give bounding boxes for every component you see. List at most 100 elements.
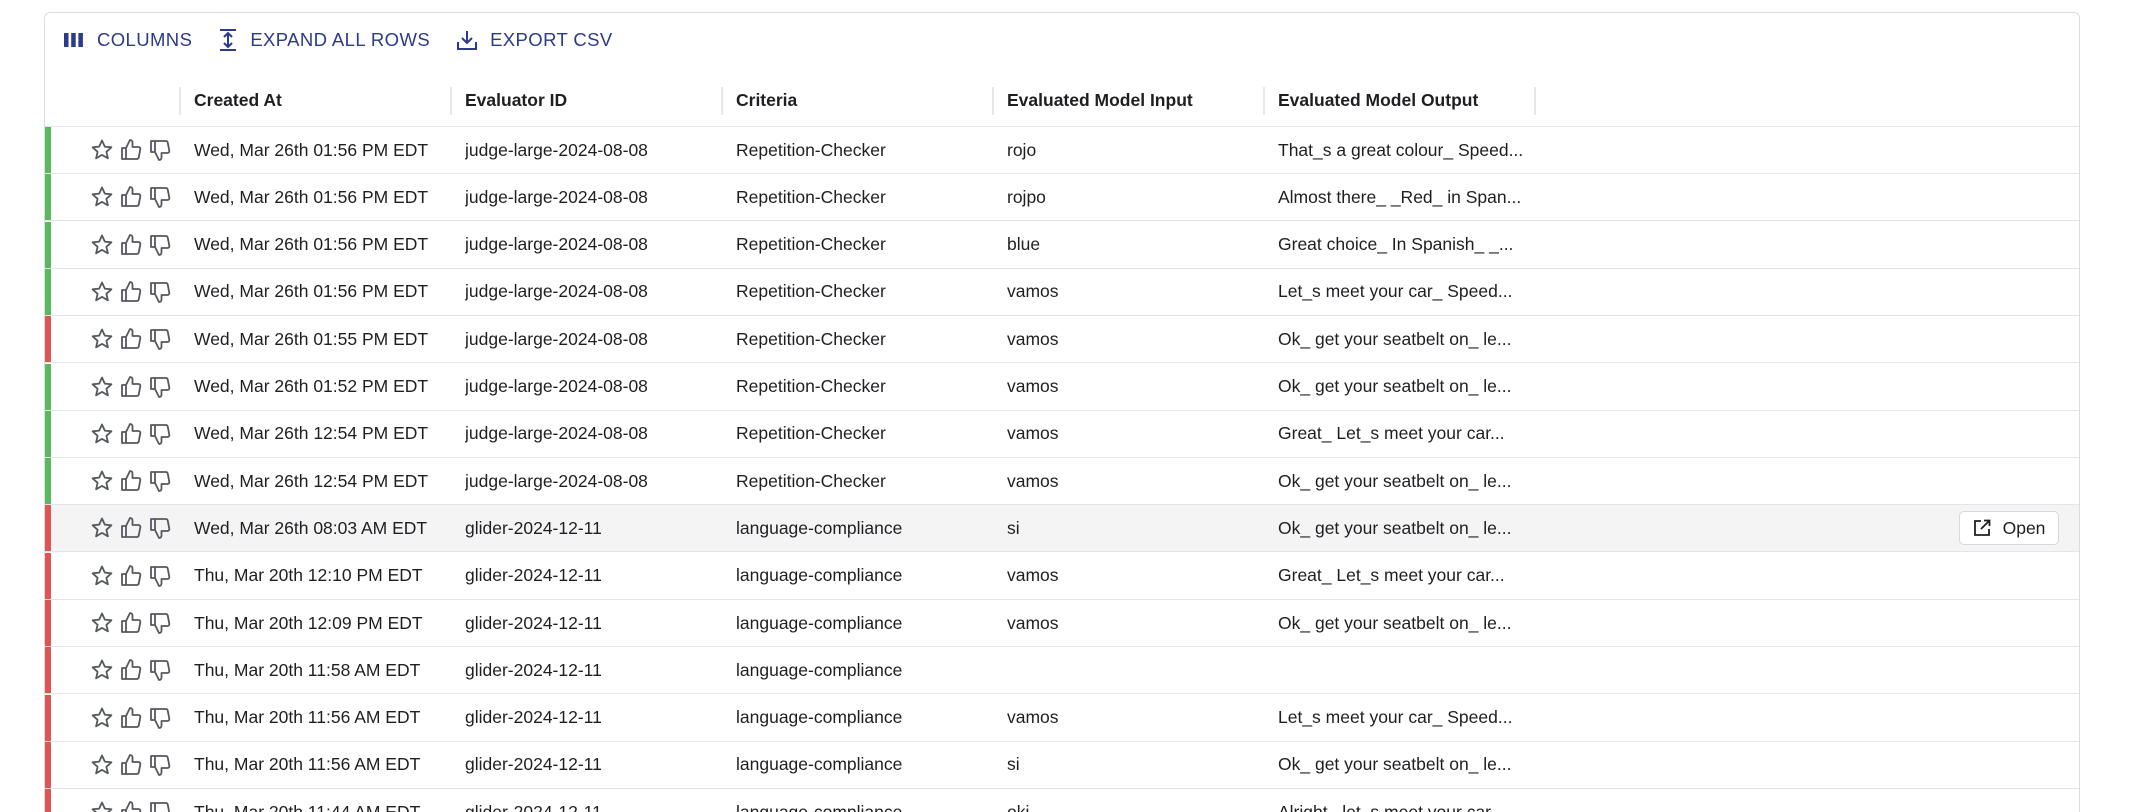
- cell-criteria: Repetition-Checker: [723, 174, 993, 220]
- thumbs-down-icon[interactable]: [148, 327, 172, 351]
- cell-evaluated-model-input: si: [994, 742, 1264, 788]
- thumbs-up-icon[interactable]: [119, 185, 143, 209]
- cell-text: Thu, Mar 20th 11:56 AM EDT: [194, 707, 421, 728]
- thumbs-up-icon[interactable]: [119, 327, 143, 351]
- thumbs-down-icon[interactable]: [148, 280, 172, 304]
- thumbs-down-icon[interactable]: [148, 800, 172, 812]
- cell-text: glider-2024-12-11: [465, 659, 602, 680]
- cell-text: vamos: [1007, 328, 1059, 349]
- cell-text: Repetition-Checker: [736, 186, 886, 207]
- thumbs-down-icon[interactable]: [148, 611, 172, 635]
- cell-text: Wed, Mar 26th 01:56 PM EDT: [194, 281, 429, 302]
- thumbs-down-icon[interactable]: [148, 564, 172, 588]
- cell-text: Repetition-Checker: [736, 234, 886, 255]
- column-header-evaluated-model-input[interactable]: Evaluated Model Input: [994, 73, 1264, 127]
- thumbs-down-icon[interactable]: [148, 233, 172, 257]
- open-external-icon: [1973, 519, 2003, 537]
- thumbs-down-icon[interactable]: [148, 469, 172, 493]
- expand-icon: [220, 29, 237, 51]
- star-icon[interactable]: [90, 564, 114, 588]
- cell-evaluated-model-output: Great choice_ In Spanish_ _...: [1265, 222, 1535, 268]
- star-icon[interactable]: [90, 658, 114, 682]
- thumbs-down-icon[interactable]: [148, 516, 172, 540]
- table-row[interactable]: Thu, Mar 20th 12:09 PM EDT glider-2024-12…: [45, 600, 2079, 647]
- cell-text: Wed, Mar 26th 12:54 PM EDT: [194, 423, 429, 444]
- table-row[interactable]: Wed, Mar 26th 01:56 PM EDT judge-large-20…: [45, 127, 2079, 174]
- star-icon[interactable]: [90, 375, 114, 399]
- column-header-created-at[interactable]: Created At: [181, 73, 451, 127]
- table-row[interactable]: Wed, Mar 26th 12:54 PM EDT judge-large-20…: [45, 410, 2079, 458]
- column-separator[interactable]: [1534, 87, 1536, 115]
- thumbs-down-icon[interactable]: [148, 375, 172, 399]
- table-row[interactable]: Thu, Mar 20th 11:44 AM EDT glider-2024-12…: [45, 789, 2079, 812]
- thumbs-up-icon[interactable]: [119, 233, 143, 257]
- star-icon[interactable]: [90, 185, 114, 209]
- column-header-evaluated-model-output[interactable]: Evaluated Model Output: [1265, 73, 1535, 127]
- column-header-criteria[interactable]: Criteria: [723, 73, 993, 127]
- open-button-label: Open: [2002, 517, 2046, 538]
- cell-text: glider-2024-12-11: [465, 612, 602, 633]
- expand-all-rows-button[interactable]: EXPAND ALL ROWS: [210, 23, 438, 57]
- table-row[interactable]: Wed, Mar 26th 01:55 PM EDT judge-large-20…: [45, 316, 2079, 364]
- cell-criteria: Repetition-Checker: [723, 316, 993, 362]
- cell-criteria: Repetition-Checker: [723, 411, 993, 457]
- thumbs-down-icon[interactable]: [148, 753, 172, 777]
- thumbs-up-icon[interactable]: [119, 800, 143, 812]
- star-icon[interactable]: [90, 138, 114, 162]
- table-row[interactable]: Wed, Mar 26th 01:56 PM EDT judge-large-20…: [45, 221, 2079, 269]
- cell-created-at: Thu, Mar 20th 11:44 AM EDT: [181, 789, 451, 812]
- cell-text: vamos: [1007, 612, 1059, 633]
- thumbs-down-icon[interactable]: [148, 706, 172, 730]
- cell-evaluator-id: glider-2024-12-11: [452, 553, 722, 599]
- cell-text: judge-large-2024-08-08: [465, 328, 648, 349]
- open-button[interactable]: Open: [1959, 511, 2059, 546]
- star-icon[interactable]: [90, 611, 114, 635]
- thumbs-up-icon[interactable]: [119, 516, 143, 540]
- star-icon[interactable]: [90, 469, 114, 493]
- cell-evaluated-model-input: okj: [994, 789, 1264, 812]
- table-row[interactable]: Wed, Mar 26th 01:56 PM EDT judge-large-20…: [45, 268, 2079, 316]
- star-icon[interactable]: [90, 422, 114, 446]
- thumbs-down-icon[interactable]: [148, 658, 172, 682]
- star-icon[interactable]: [90, 327, 114, 351]
- table-row[interactable]: Thu, Mar 20th 11:56 AM EDT glider-2024-12…: [45, 694, 2079, 742]
- cell-text: language-compliance: [736, 517, 903, 538]
- thumbs-up-icon[interactable]: [119, 469, 143, 493]
- table-row[interactable]: Wed, Mar 26th 12:54 PM EDT judge-large-20…: [45, 458, 2079, 506]
- table-row[interactable]: Wed, Mar 26th 08:03 AM EDT glider-2024-12…: [45, 505, 2079, 553]
- cell-text: language-compliance: [736, 707, 903, 728]
- star-icon[interactable]: [90, 706, 114, 730]
- column-header-label: Evaluated Model Input: [1007, 89, 1193, 110]
- cell-created-at: Wed, Mar 26th 01:56 PM EDT: [181, 174, 451, 220]
- thumbs-up-icon[interactable]: [119, 422, 143, 446]
- cell-text: Ok_ get your seatbelt on_ le...: [1278, 754, 1512, 775]
- thumbs-up-icon[interactable]: [119, 280, 143, 304]
- star-icon[interactable]: [90, 280, 114, 304]
- star-icon[interactable]: [90, 800, 114, 812]
- table-row[interactable]: Wed, Mar 26th 01:52 PM EDT judge-large-20…: [45, 363, 2079, 411]
- table-row[interactable]: Wed, Mar 26th 01:56 PM EDT judge-large-20…: [45, 174, 2079, 222]
- thumbs-up-icon[interactable]: [119, 375, 143, 399]
- star-icon[interactable]: [90, 516, 114, 540]
- thumbs-up-icon[interactable]: [119, 706, 143, 730]
- thumbs-up-icon[interactable]: [119, 753, 143, 777]
- thumbs-up-icon[interactable]: [119, 658, 143, 682]
- columns-button[interactable]: COLUMNS: [55, 23, 200, 57]
- cell-evaluator-id: glider-2024-12-11: [452, 742, 722, 788]
- thumbs-up-icon[interactable]: [119, 138, 143, 162]
- thumbs-down-icon[interactable]: [148, 138, 172, 162]
- table-row[interactable]: Thu, Mar 20th 11:56 AM EDT glider-2024-12…: [45, 741, 2079, 789]
- export-csv-button[interactable]: EXPORT CSV: [448, 23, 621, 57]
- cell-evaluated-model-output: Ok_ get your seatbelt on_ le...: [1265, 600, 1535, 646]
- thumbs-down-icon[interactable]: [148, 185, 172, 209]
- cell-evaluated-model-output: Ok_ get your seatbelt on_ le...: [1265, 364, 1535, 410]
- table-row[interactable]: Thu, Mar 20th 12:10 PM EDT glider-2024-12…: [45, 552, 2079, 600]
- table-row[interactable]: Thu, Mar 20th 11:58 AM EDT glider-2024-12…: [45, 647, 2079, 695]
- thumbs-up-icon[interactable]: [119, 611, 143, 635]
- column-header-evaluator-id[interactable]: Evaluator ID: [452, 73, 722, 127]
- cell-criteria: Repetition-Checker: [723, 458, 993, 504]
- thumbs-up-icon[interactable]: [119, 564, 143, 588]
- star-icon[interactable]: [90, 753, 114, 777]
- thumbs-down-icon[interactable]: [148, 422, 172, 446]
- star-icon[interactable]: [90, 233, 114, 257]
